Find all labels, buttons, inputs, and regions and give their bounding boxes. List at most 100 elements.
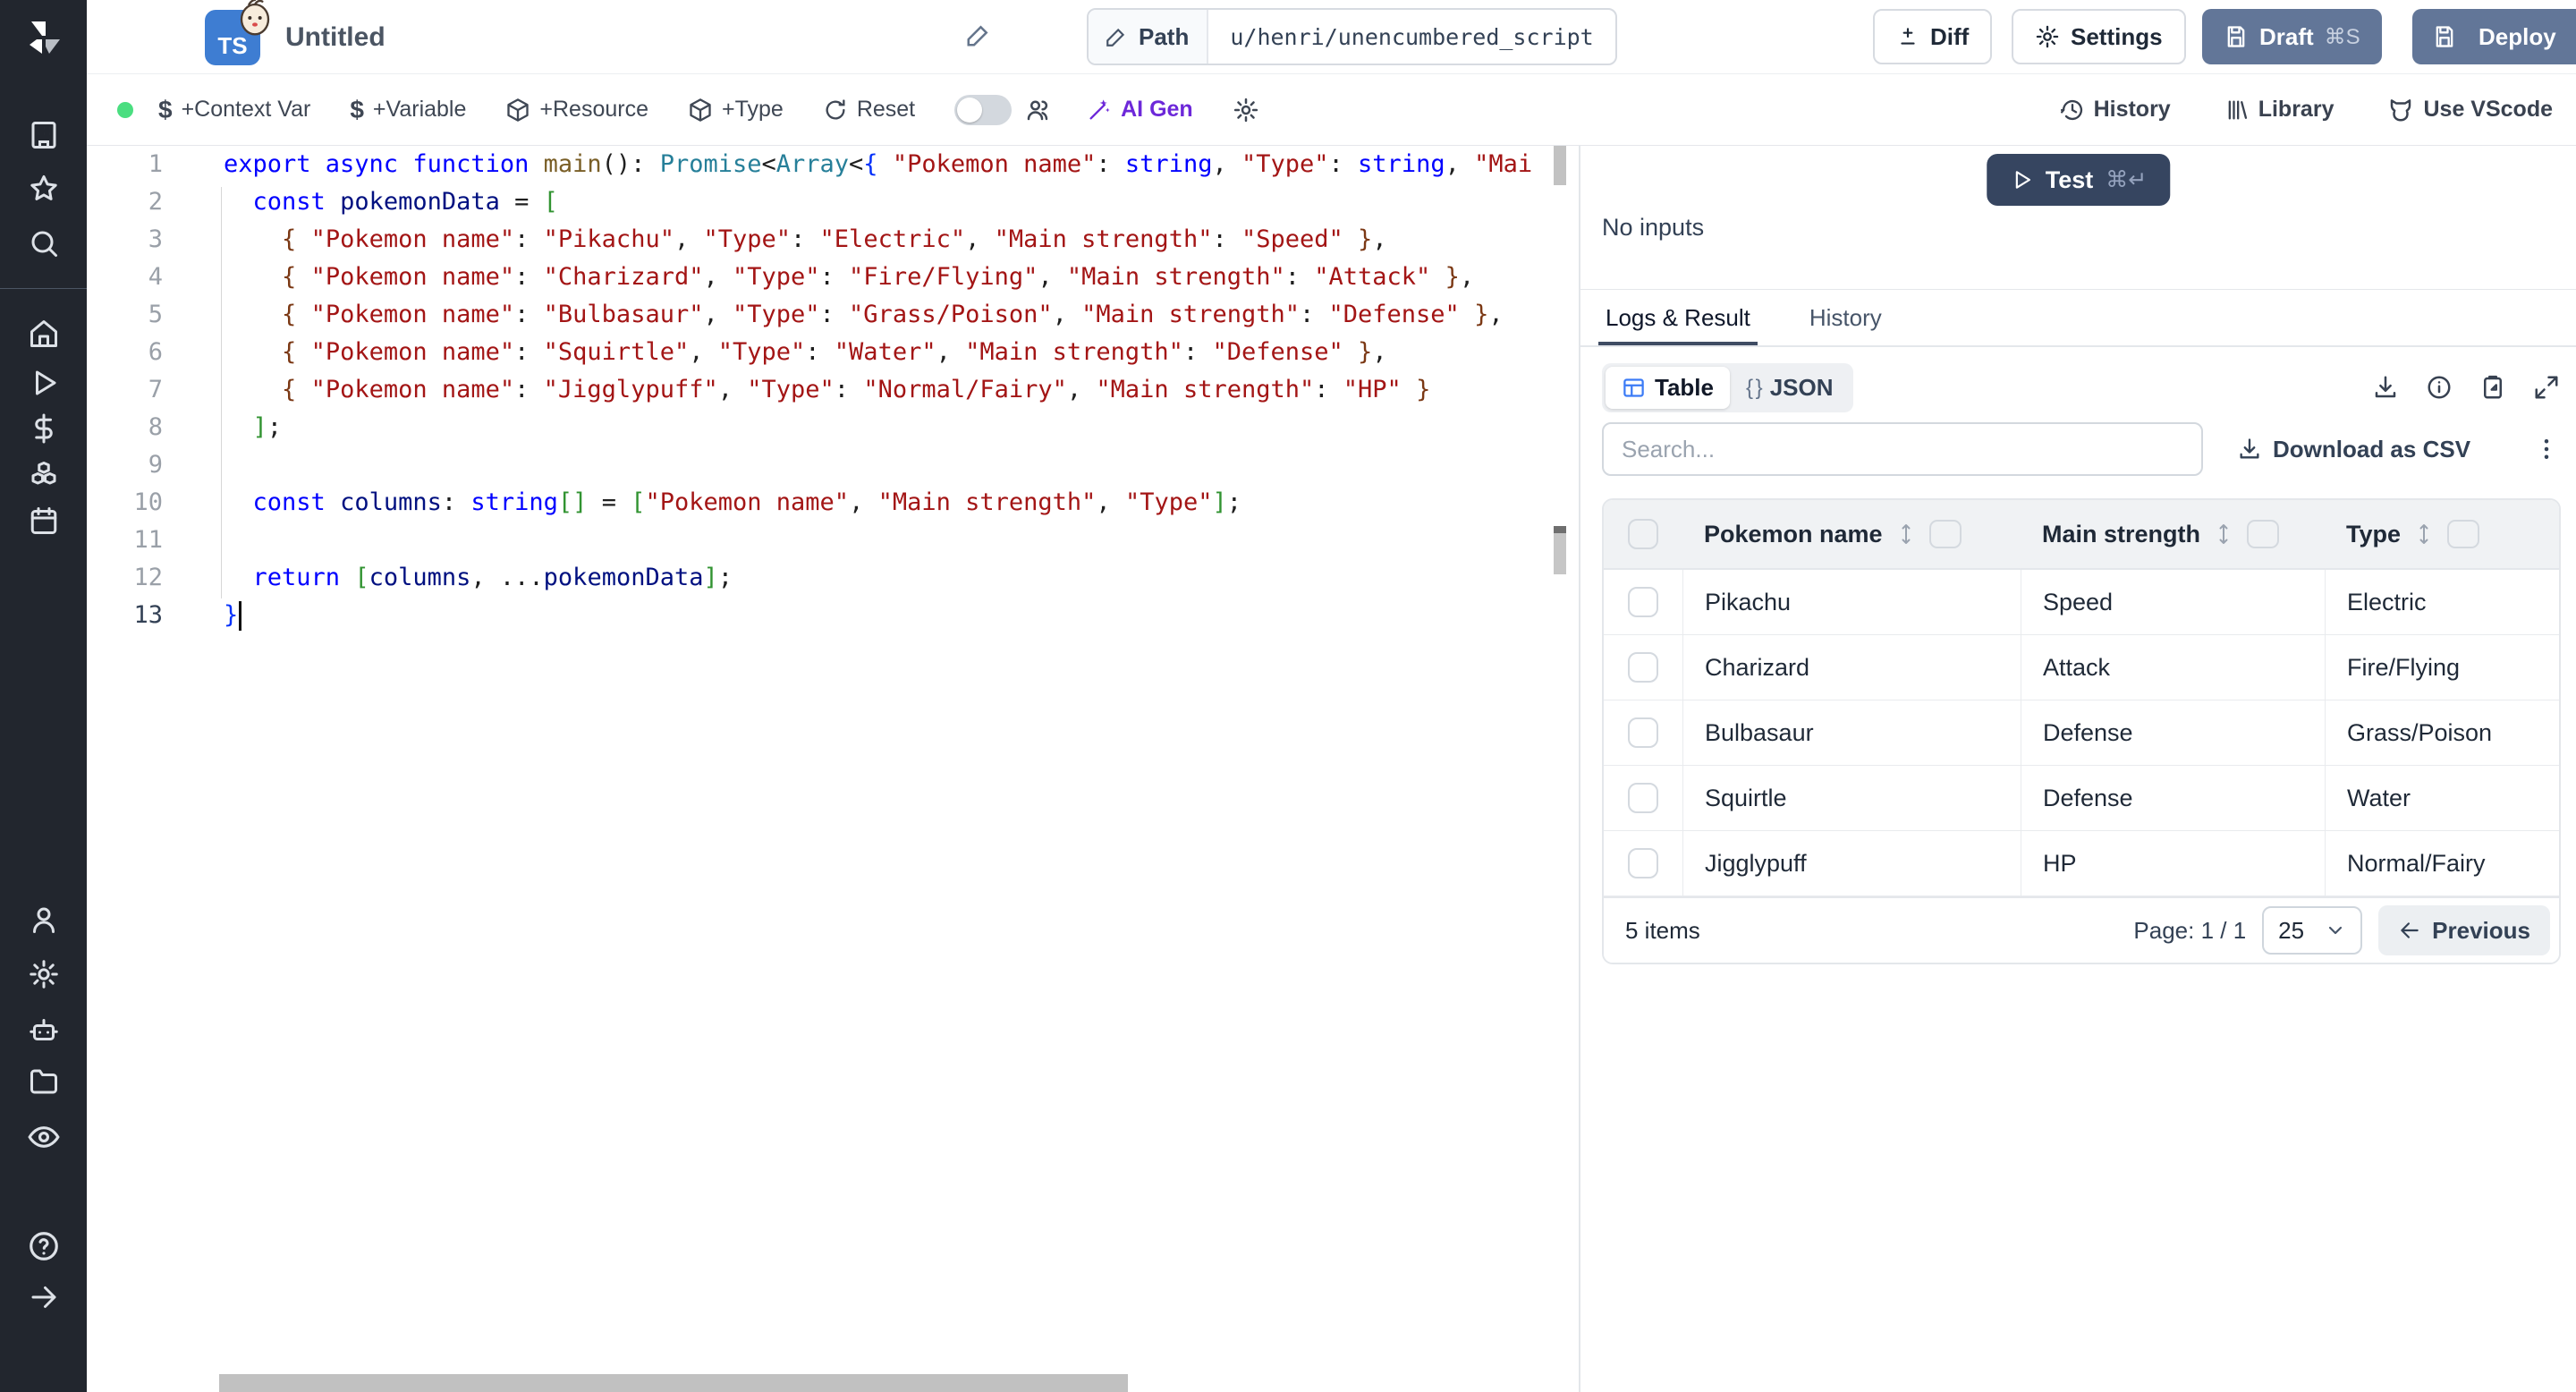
save-icon	[2436, 26, 2453, 47]
search-input[interactable]	[1602, 422, 2203, 476]
path-value[interactable]: u/henri/unencumbered_script	[1208, 10, 1614, 64]
add-context-var-button[interactable]: $ +Context Var	[158, 96, 310, 124]
diff-icon	[1901, 28, 1915, 45]
settings-button[interactable]: Settings	[2012, 9, 2186, 64]
folder-icon[interactable]	[28, 1065, 60, 1098]
row-checkbox[interactable]	[1628, 848, 1658, 878]
robot-icon[interactable]	[28, 1014, 60, 1046]
select-all-checkbox[interactable]	[1628, 519, 1658, 549]
view-table-button[interactable]: Table	[1606, 367, 1730, 409]
code-line[interactable]: 2 const pokemonData = [	[87, 183, 1579, 221]
help-icon[interactable]	[27, 1229, 61, 1263]
line-number: 13	[133, 601, 163, 629]
row-checkbox[interactable]	[1628, 717, 1658, 748]
line-number: 2	[148, 188, 163, 216]
row-checkbox[interactable]	[1628, 783, 1658, 813]
reset-button[interactable]: Reset	[823, 97, 915, 123]
collab-toggle[interactable]	[954, 94, 1013, 125]
page-size-select[interactable]: 25	[2262, 906, 2363, 955]
calendar-icon[interactable]	[28, 505, 60, 537]
home-icon[interactable]	[28, 318, 60, 350]
star-icon[interactable]	[28, 173, 60, 205]
deploy-main[interactable]: Deploy	[2412, 23, 2576, 51]
sort-icon[interactable]	[1895, 522, 1917, 546]
more-options-kebab[interactable]	[2533, 436, 2560, 463]
boxes-icon[interactable]	[28, 459, 60, 491]
search-icon[interactable]	[28, 227, 60, 259]
column-options-box[interactable]	[2247, 520, 2280, 548]
path-field[interactable]: Path u/henri/unencumbered_script	[1087, 8, 1617, 65]
history-button[interactable]: History	[2060, 97, 2171, 123]
code-line[interactable]: 6 { "Pokemon name": "Squirtle", "Type": …	[87, 334, 1579, 371]
use-vscode-button[interactable]: Use VScode	[2387, 97, 2553, 123]
eye-icon[interactable]	[27, 1120, 61, 1154]
column-header-type[interactable]: Type	[2325, 520, 2559, 548]
package-icon	[690, 98, 711, 122]
table-row[interactable]: Charizard Attack Fire/Flying	[1604, 635, 2559, 700]
editor-settings-gear[interactable]	[1233, 97, 1259, 123]
info-icon[interactable]	[2426, 374, 2453, 401]
line-number: 11	[133, 526, 163, 554]
clipboard-copy-icon[interactable]	[2479, 374, 2506, 401]
column-header-pokemon-name[interactable]: Pokemon name	[1682, 520, 2021, 548]
draft-button[interactable]: Draft ⌘S	[2202, 9, 2382, 64]
tabs-border	[1580, 345, 2576, 347]
code-line[interactable]: 10 const columns: string[] = ["Pokemon n…	[87, 484, 1579, 522]
add-resource-button[interactable]: +Resource	[505, 97, 648, 123]
dollar-icon[interactable]	[28, 412, 60, 445]
add-variable-button[interactable]: $ +Variable	[350, 96, 466, 124]
code-line[interactable]: 4 { "Pokemon name": "Charizard", "Type":…	[87, 259, 1579, 296]
code-line[interactable]: 9	[87, 446, 1579, 484]
ai-gen-button[interactable]: AI Gen	[1087, 97, 1193, 123]
code-line[interactable]: 11	[87, 522, 1579, 559]
code-line[interactable]: 5 { "Pokemon name": "Bulbasaur", "Type":…	[87, 296, 1579, 334]
sort-icon[interactable]	[2213, 522, 2234, 546]
deploy-button[interactable]: Deploy	[2412, 9, 2576, 64]
view-json-button[interactable]: { } JSON	[1730, 367, 1850, 409]
column-header-main-strength[interactable]: Main strength	[2021, 520, 2325, 548]
previous-page-button[interactable]: Previous	[2378, 905, 2550, 955]
braces-icon: { }	[1745, 375, 1763, 400]
download-icon	[2240, 438, 2259, 459]
horizontal-scrollbar[interactable]	[219, 1374, 1128, 1392]
code-line[interactable]: 1 export async function main(): Promise<A…	[87, 146, 1579, 183]
sort-icon[interactable]	[2413, 522, 2435, 546]
table-row[interactable]: Squirtle Defense Water	[1604, 766, 2559, 831]
code-line[interactable]: 8 ];	[87, 409, 1579, 446]
arrow-right-icon[interactable]	[28, 1281, 60, 1313]
users-icon-button[interactable]	[1024, 97, 1051, 123]
column-options-box[interactable]	[2447, 520, 2480, 548]
vertical-scrollbar[interactable]	[1554, 146, 1566, 185]
test-button[interactable]: Test ⌘↵	[1986, 154, 2171, 206]
code-line[interactable]: 13}	[87, 597, 1579, 634]
expand-icon[interactable]	[2533, 374, 2560, 401]
row-checkbox[interactable]	[1628, 652, 1658, 683]
download-csv-button[interactable]: Download as CSV	[2237, 436, 2470, 463]
download-icon[interactable]	[2372, 374, 2399, 401]
code-editor[interactable]: 1 export async function main(): Promise<A…	[87, 146, 1579, 1392]
play-icon[interactable]	[28, 367, 60, 399]
add-type-button[interactable]: +Type	[688, 97, 784, 123]
windmill-logo-icon[interactable]	[22, 16, 65, 59]
edit-title-pencil-icon[interactable]	[965, 21, 992, 53]
row-checkbox[interactable]	[1628, 587, 1658, 617]
code-line[interactable]: 12 return [columns, ...pokemonData];	[87, 559, 1579, 597]
code-line[interactable]: 7 { "Pokemon name": "Jigglypuff", "Type"…	[87, 371, 1579, 409]
table-header-row: Pokemon name Main strength Type	[1604, 500, 2559, 570]
save-icon	[2227, 26, 2245, 47]
table-row[interactable]: Bulbasaur Defense Grass/Poison	[1604, 700, 2559, 766]
tab-history[interactable]: History	[1806, 290, 1885, 346]
tab-logs-result[interactable]: Logs & Result	[1598, 290, 1758, 346]
column-options-box[interactable]	[1928, 520, 1962, 548]
result-toolbar: Table { } JSON	[1602, 363, 2560, 412]
building-icon[interactable]	[28, 119, 60, 151]
table-row[interactable]: Pikachu Speed Electric	[1604, 570, 2559, 635]
table-row[interactable]: Jigglypuff HP Normal/Fairy	[1604, 831, 2559, 896]
library-button[interactable]: Library	[2224, 97, 2334, 123]
scrollbar-cursor-marker	[1554, 526, 1566, 533]
code-line[interactable]: 3 { "Pokemon name": "Pikachu", "Type": "…	[87, 221, 1579, 259]
user-icon[interactable]	[28, 904, 60, 936]
gear-icon[interactable]	[28, 958, 60, 990]
diff-button[interactable]: Diff	[1873, 9, 1993, 64]
line-number: 8	[148, 413, 163, 441]
